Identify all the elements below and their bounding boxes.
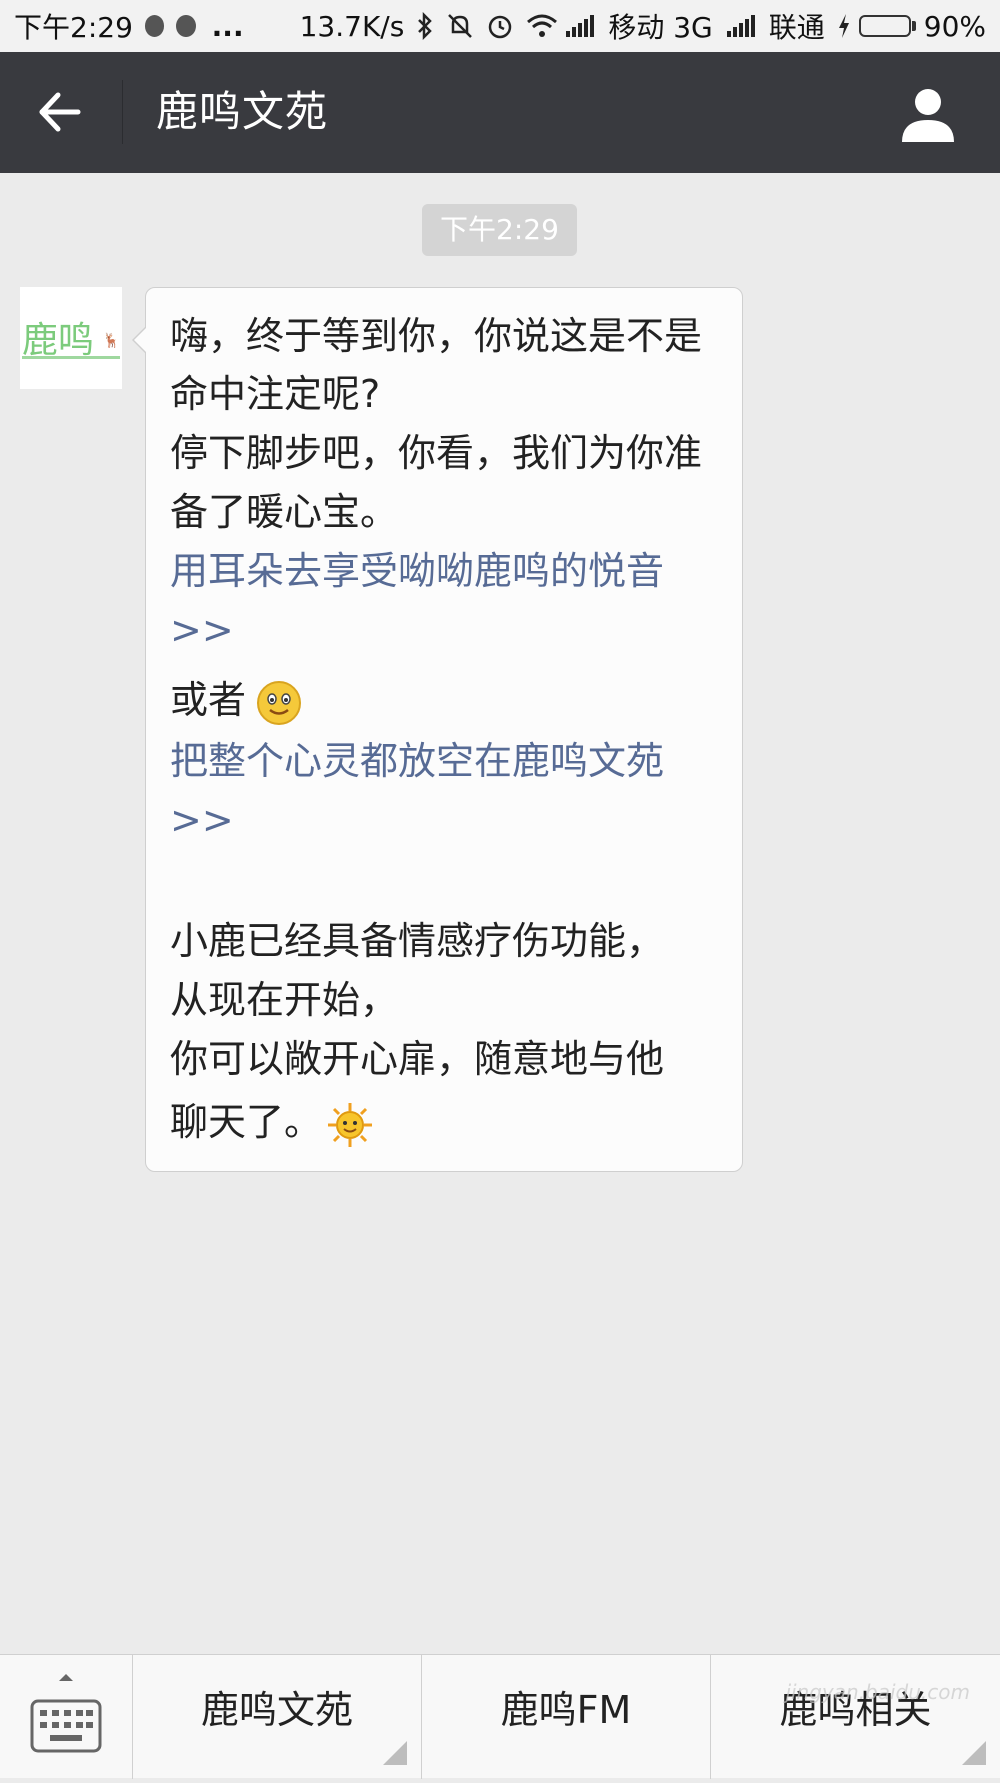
- battery-percent: 90%: [923, 9, 986, 43]
- bluetooth-icon: [416, 12, 434, 40]
- chat-header: 鹿鸣文苑: [0, 52, 1000, 173]
- menu-wenyuan[interactable]: 鹿鸣文苑: [132, 1655, 421, 1779]
- status-more-dots: ...: [211, 9, 244, 43]
- alarm-icon: [486, 12, 514, 40]
- link-music[interactable]: 用耳朵去享受呦呦鹿鸣的悦音: [170, 543, 664, 599]
- sun-emoji-icon: [328, 1102, 373, 1147]
- mute-icon: [446, 12, 474, 40]
- message-line: 从现在开始，: [170, 978, 399, 1022]
- watermark: jingyan.baidu.com: [785, 1680, 970, 1704]
- message-or-text: 或者: [170, 678, 247, 722]
- back-arrow-icon[interactable]: [30, 82, 90, 142]
- message-line: 命中注定呢?: [170, 372, 381, 416]
- message-line: 嗨，终于等到你，你说这是不是: [170, 314, 703, 358]
- message-line: 备了暖心宝。: [170, 490, 399, 534]
- menu-fm-label: 鹿鸣FM: [500, 1688, 632, 1732]
- smile-emoji-icon: [257, 680, 302, 725]
- page-title: 鹿鸣文苑: [156, 87, 329, 136]
- submenu-indicator-icon: [383, 1741, 407, 1765]
- menu-related[interactable]: 鹿鸣相关: [710, 1655, 1000, 1779]
- status-time: 下午2:29: [14, 11, 133, 44]
- battery-icon: [858, 15, 916, 37]
- network-speed: 13.7K/s: [299, 9, 405, 43]
- avatar-grass-decoration: [22, 356, 120, 359]
- notification-icon-2: [176, 15, 196, 37]
- keyboard-icon[interactable]: [0, 1655, 132, 1779]
- message-last-text: 聊天了。: [170, 1100, 323, 1144]
- user-profile-icon[interactable]: [896, 82, 960, 146]
- bottom-menu-bar: 鹿鸣文苑 鹿鸣FM 鹿鸣相关: [0, 1654, 1000, 1779]
- wifi-icon: [526, 13, 558, 39]
- link-wenyuan[interactable]: 把整个心灵都放空在鹿鸣文苑: [170, 733, 664, 789]
- charging-icon: [837, 13, 851, 39]
- carrier-1: 移动 3G: [608, 11, 713, 44]
- submenu-indicator-icon: [962, 1741, 986, 1765]
- link-wenyuan-arrow[interactable]: >>: [170, 792, 234, 848]
- message-line: 你可以敞开心扉，随意地与他: [170, 1037, 665, 1081]
- notification-icon: [144, 15, 165, 37]
- status-bar: 下午2:29 ... 13.7K/s 移动 3G 联通 90%: [0, 0, 1000, 52]
- message-line-or: 或者: [170, 672, 302, 728]
- menu-fm[interactable]: 鹿鸣FM: [421, 1655, 710, 1779]
- header-divider: [122, 80, 123, 144]
- message-line-last: 聊天了。: [170, 1094, 374, 1150]
- bubble-tail: [134, 327, 147, 353]
- signal-icon-2: [726, 15, 755, 37]
- message-timestamp: 下午2:29: [422, 204, 577, 256]
- signal-icon: [566, 15, 595, 37]
- menu-wenyuan-label: 鹿鸣文苑: [200, 1688, 353, 1732]
- message-line: 停下脚步吧，你看，我们为你准: [170, 431, 703, 475]
- deer-icon: 🦌: [102, 333, 120, 349]
- message-line: 小鹿已经具备情感疗伤功能，: [170, 919, 665, 963]
- avatar[interactable]: 鹿鸣 🦌: [20, 287, 122, 389]
- link-music-arrow[interactable]: >>: [170, 602, 234, 658]
- carrier-2: 联通: [768, 11, 825, 44]
